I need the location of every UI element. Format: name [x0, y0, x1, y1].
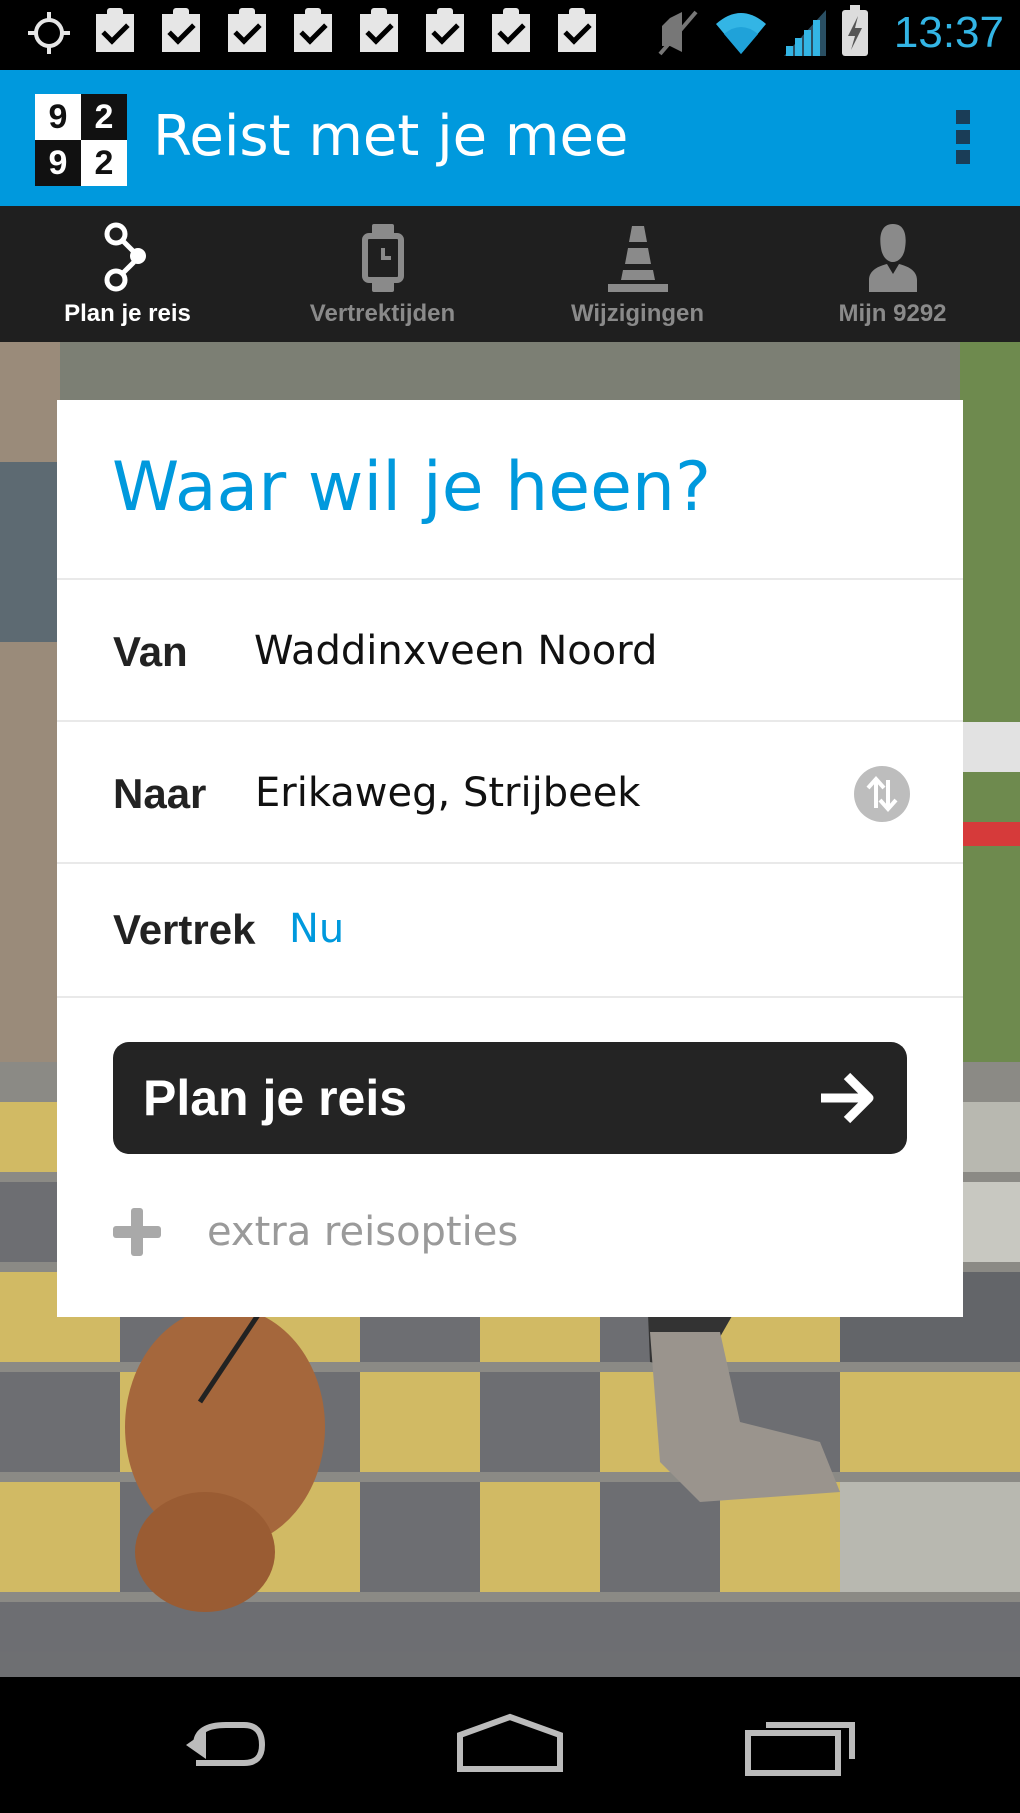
from-label: Van [113, 628, 188, 675]
tab-plan-je-reis[interactable]: Plan je reis [0, 206, 255, 342]
route-icon [104, 222, 146, 292]
from-field[interactable]: Waddinxveen Noord [254, 628, 657, 674]
checkbox-icon [94, 12, 136, 54]
app-bar: 9 2 9 2 Reist met je mee [0, 70, 1020, 206]
mute-icon [658, 10, 698, 56]
home-icon[interactable] [450, 1707, 570, 1783]
tab-label: Plan je reis [64, 300, 191, 327]
tab-mijn-9292[interactable]: Mijn 9292 [765, 206, 1020, 342]
tab-wijzigingen[interactable]: Wijzigingen [510, 206, 765, 342]
checkbox-icon [358, 12, 400, 54]
checkbox-icon [292, 12, 334, 54]
depart-time-selector[interactable]: Nu [289, 906, 344, 952]
divider [57, 578, 963, 580]
watch-icon [361, 224, 404, 292]
depart-label: Vertrek [113, 906, 256, 953]
system-icons: 13:37 [656, 5, 1004, 58]
navigation-bar [0, 1677, 1020, 1813]
extra-options-label: extra reisopties [207, 1209, 519, 1255]
app-title: Reist met je mee [153, 104, 629, 169]
wifi-icon [715, 13, 766, 54]
recent-apps-icon[interactable] [740, 1707, 860, 1783]
overflow-menu-icon[interactable] [956, 110, 976, 168]
target-icon [28, 12, 70, 54]
trip-planner-card: Waar wil je heen? Van Waddinxveen Noord … [57, 400, 963, 1317]
checkbox-icon [226, 12, 268, 54]
arrow-right-icon [821, 1072, 874, 1124]
status-bar: 13:37 [0, 0, 1020, 70]
checkbox-icon [556, 12, 598, 54]
logo-digit: 2 [81, 94, 127, 140]
tab-bar: Plan je reis Vertrektijden Wijzigingen M… [0, 206, 1020, 342]
card-title: Waar wil je heen? [112, 448, 712, 527]
person-icon [868, 224, 917, 292]
logo-digit: 9 [35, 94, 81, 140]
clock: 13:37 [893, 8, 1004, 57]
tab-label: Wijzigingen [570, 300, 705, 327]
to-label: Naar [113, 770, 207, 817]
app-logo: 9 2 9 2 [35, 94, 127, 186]
battery-charging-icon [841, 5, 868, 56]
extra-options-toggle[interactable]: extra reisopties [113, 1208, 518, 1256]
tab-vertrektijden[interactable]: Vertrektijden [255, 206, 510, 342]
logo-digit: 9 [35, 140, 81, 186]
plan-button-label: Plan je reis [143, 1070, 408, 1126]
logo-digit: 2 [81, 140, 127, 186]
divider [57, 862, 963, 864]
divider [57, 720, 963, 722]
notification-icons [28, 12, 598, 54]
to-field[interactable]: Erikaweg, Strijbeek [255, 770, 640, 816]
back-icon[interactable] [166, 1707, 286, 1783]
plan-trip-button[interactable]: Plan je reis [113, 1042, 907, 1154]
signal-icon [783, 10, 826, 56]
checkbox-icon [160, 12, 202, 54]
checkbox-icon [490, 12, 532, 54]
tab-label: Mijn 9292 [838, 300, 947, 327]
plus-icon [113, 1208, 161, 1256]
traffic-cone-icon [607, 226, 668, 292]
tab-label: Vertrektijden [309, 300, 456, 327]
divider [57, 996, 963, 998]
swap-icon[interactable] [854, 766, 910, 822]
checkbox-icon [424, 12, 466, 54]
